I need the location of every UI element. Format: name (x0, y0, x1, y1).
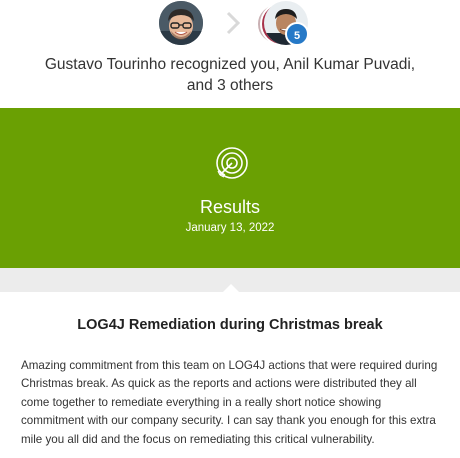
sender-name[interactable]: Gustavo Tourinho (45, 56, 166, 73)
award-date: January 13, 2022 (185, 222, 275, 234)
others-prefix: and (186, 77, 213, 94)
recognition-sentence: Gustavo Tourinho recognized you, Anil Ku… (0, 54, 460, 96)
award-banner (0, 108, 460, 268)
recognition-header: 5 Gustavo Tourinho recognized you, Anil … (0, 0, 460, 108)
recipients-text[interactable]: you, Anil Kumar Puvadi, (251, 56, 416, 73)
others-suffix: others (230, 77, 274, 94)
target-arrow-icon (216, 147, 248, 179)
others-link[interactable]: 3 others (217, 77, 273, 94)
recognized-verb: recognized (170, 56, 247, 73)
message-title: LOG4J Remediation during Christmas break (77, 317, 383, 333)
message-body: Amazing commitment from this team on LOG… (21, 359, 438, 446)
chevron-right-icon (226, 11, 241, 35)
recipient-count-badge[interactable]: 5 (285, 22, 309, 46)
sender-avatar-image (159, 1, 203, 45)
award-title: Results (199, 197, 261, 217)
sender-avatar[interactable] (159, 1, 203, 45)
others-count: 3 (217, 77, 226, 94)
